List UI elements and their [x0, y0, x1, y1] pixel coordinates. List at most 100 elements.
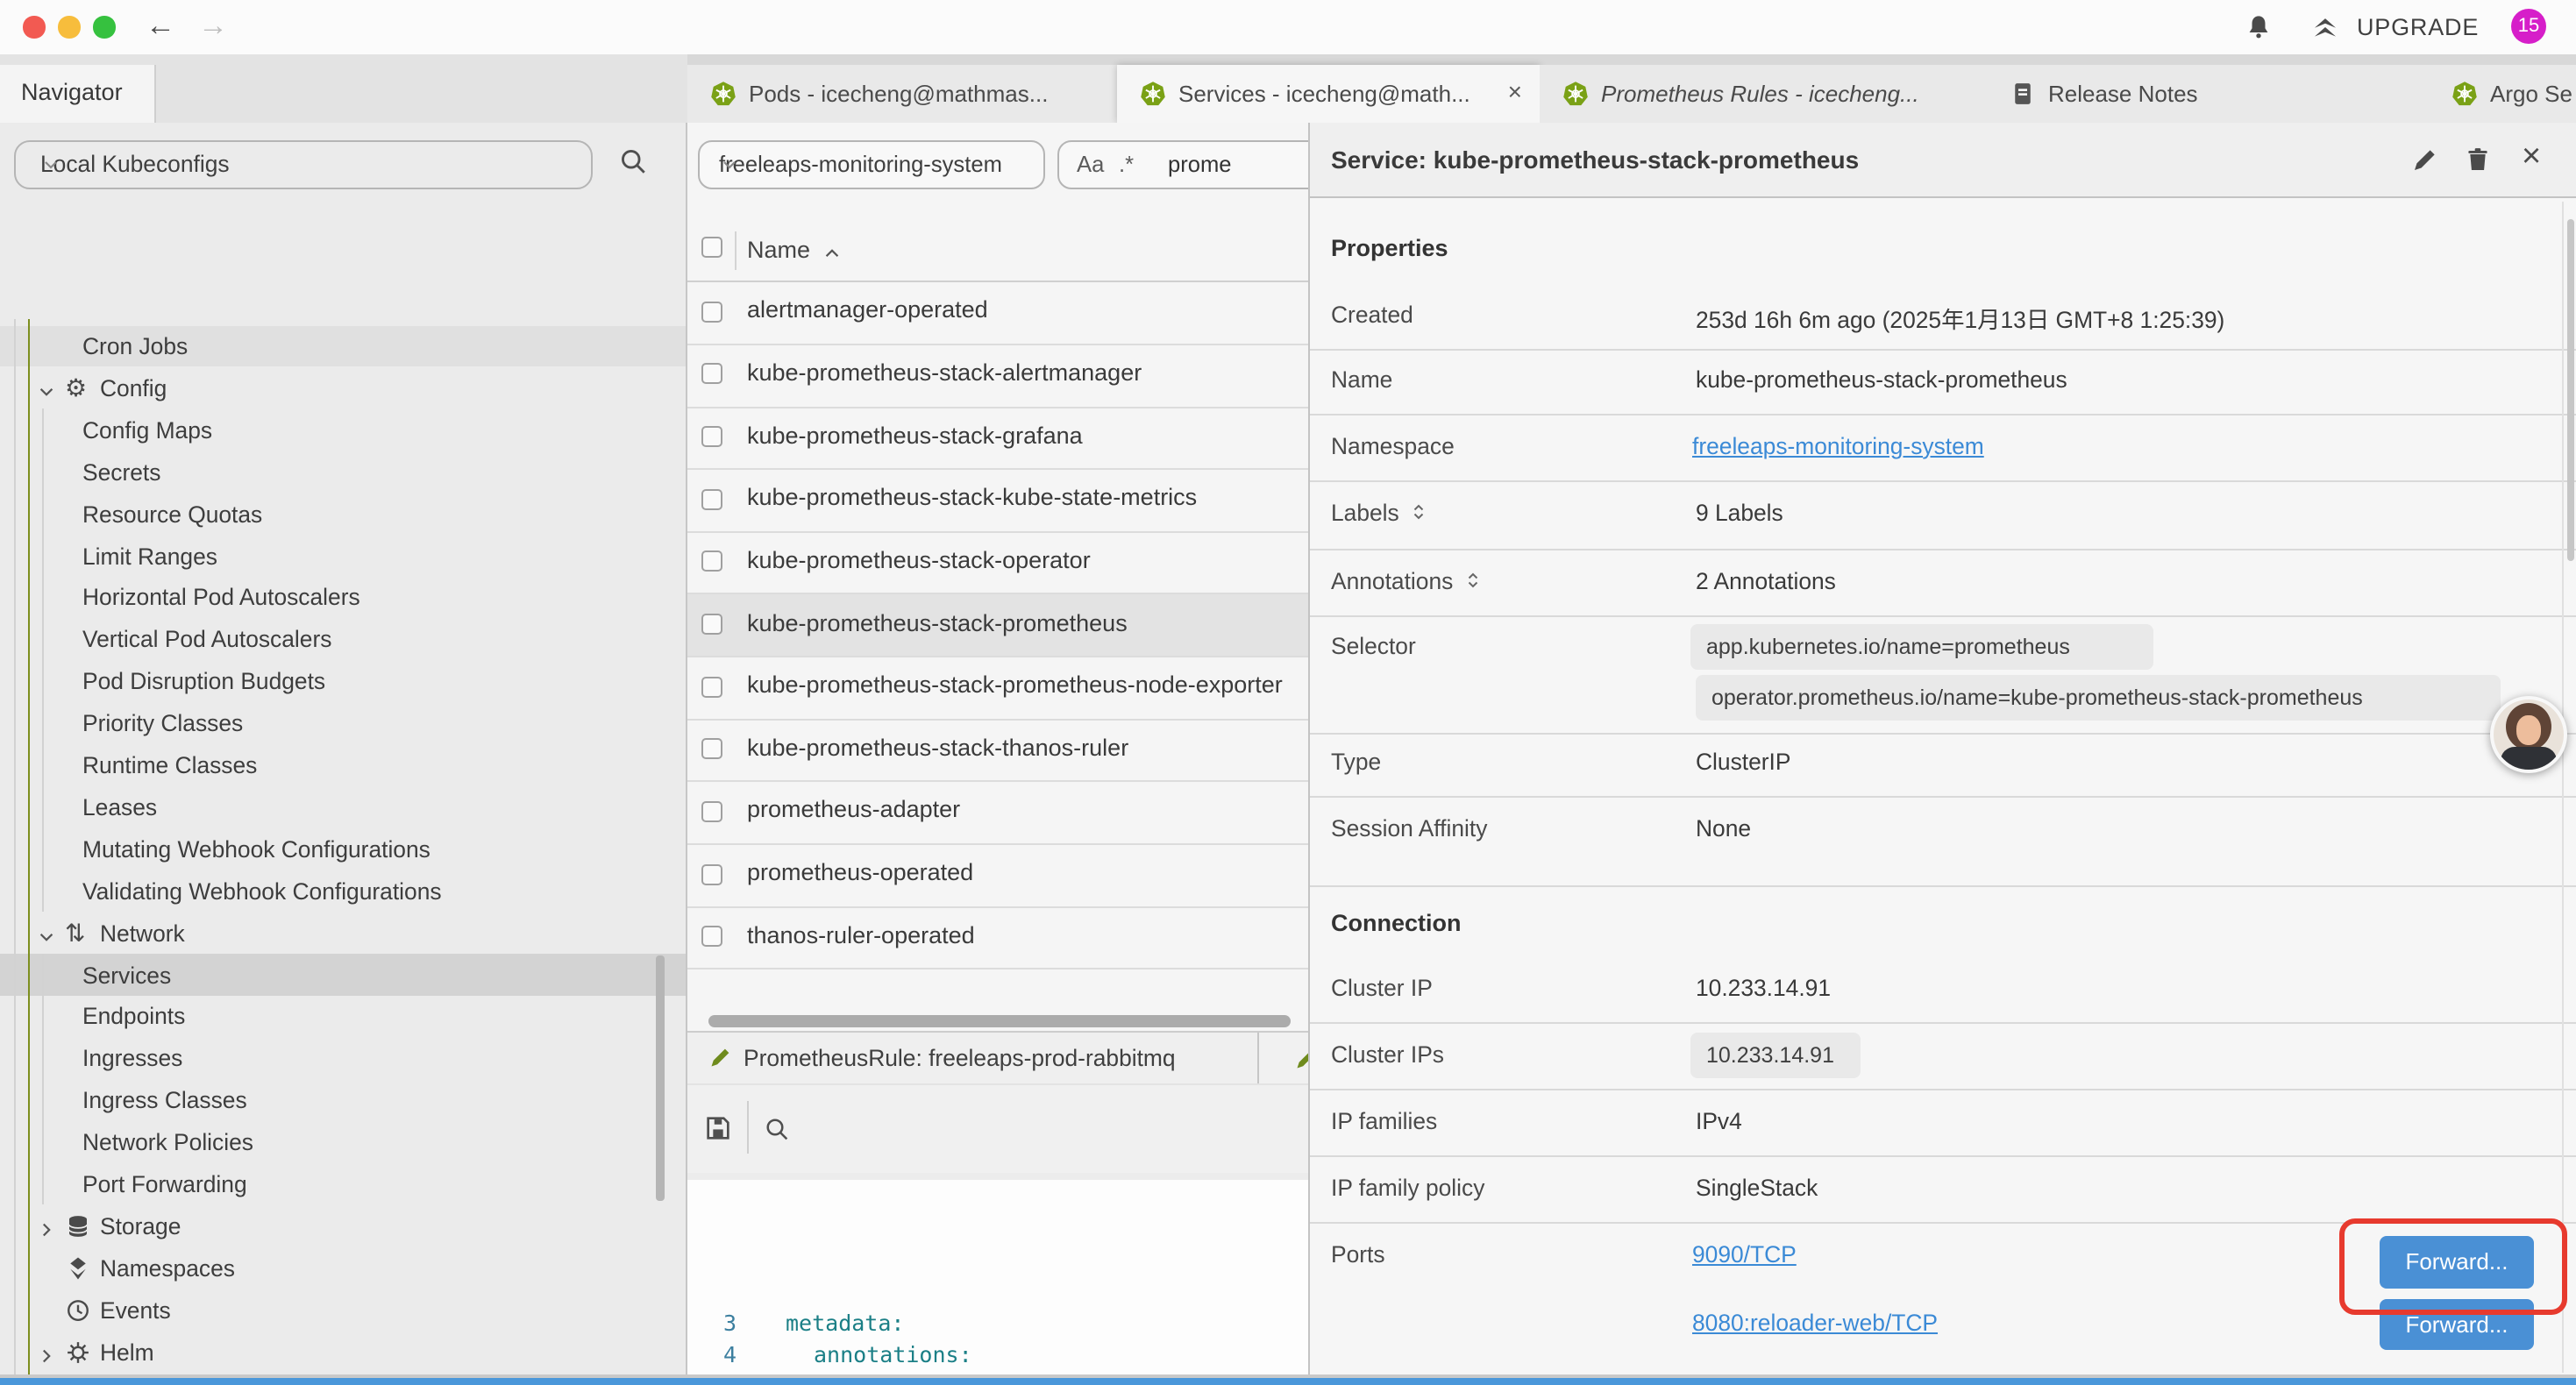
sidebar-scrollbar[interactable] — [656, 955, 664, 1201]
table-row-alertmanager-operated[interactable]: alertmanager-operated — [687, 281, 1308, 344]
sidebar-item-services[interactable]: Services — [0, 954, 686, 996]
regex-toggle[interactable]: .* — [1119, 150, 1134, 176]
sidebar-item-storage[interactable]: Storage — [0, 1205, 686, 1247]
tab-release-notes[interactable]: Release Notes — [1987, 65, 2430, 123]
sort-ascending-icon[interactable] — [822, 240, 842, 259]
table-row-kube-prometheus-stack-kube-state-metrics[interactable]: kube-prometheus-stack-kube-state-metrics — [687, 468, 1308, 532]
chevron-down-icon[interactable] — [37, 379, 56, 398]
sidebar-search-icon[interactable] — [617, 146, 649, 177]
property-label-text: Selector — [1331, 633, 1416, 659]
row-checkbox[interactable] — [701, 927, 722, 948]
row-checkbox[interactable] — [701, 863, 722, 884]
tab-argo-se[interactable]: Argo Se — [2429, 65, 2576, 123]
table-row-prometheus-operated[interactable]: prometheus-operated — [687, 843, 1308, 907]
tab-services-icecheng-math[interactable]: Services - icecheng@math...× — [1117, 65, 1540, 123]
select-all-checkbox[interactable] — [701, 237, 722, 258]
sort-updown-icon[interactable] — [1462, 569, 1483, 590]
row-checkbox[interactable] — [701, 614, 722, 635]
table-row-kube-prometheus-stack-prometheus[interactable]: kube-prometheus-stack-prometheus — [687, 593, 1308, 657]
sidebar-item-leases[interactable]: Leases — [0, 786, 686, 828]
minimize-button[interactable] — [58, 16, 80, 38]
zoom-button[interactable] — [93, 16, 115, 38]
detail-scrollbar[interactable] — [2566, 219, 2573, 561]
sidebar-item-endpoints[interactable]: Endpoints — [0, 996, 686, 1038]
table-row-thanos-ruler-operated[interactable]: thanos-ruler-operated — [687, 906, 1308, 970]
port-link-9090-tcp[interactable]: 9090/TCP — [1692, 1241, 1797, 1268]
tab-prometheus-rules-icecheng[interactable]: Prometheus Rules - icecheng... — [1540, 65, 1989, 123]
notifications-bell-icon[interactable] — [2245, 12, 2273, 42]
row-checkbox[interactable] — [701, 364, 722, 385]
sidebar-item-config[interactable]: ⚙Config — [0, 367, 686, 409]
editor-search-button[interactable] — [763, 1115, 791, 1143]
sidebar-item-namespaces[interactable]: Namespaces — [0, 1247, 686, 1289]
port-link-8080-reloader-web-tcp[interactable]: 8080:reloader-web/TCP — [1692, 1310, 1938, 1336]
sidebar-item-ingress-classes[interactable]: Ingress Classes — [0, 1079, 686, 1121]
tab-close-icon[interactable]: × — [1508, 77, 1522, 105]
close-button[interactable] — [23, 16, 45, 38]
sidebar-item-pod-disruption-budgets[interactable]: Pod Disruption Budgets — [0, 660, 686, 702]
case-sensitive-toggle[interactable]: Aa — [1077, 150, 1104, 176]
table-row-kube-prometheus-stack-operator[interactable]: kube-prometheus-stack-operator — [687, 531, 1308, 595]
row-checkbox[interactable] — [701, 426, 722, 447]
user-avatar[interactable] — [2490, 696, 2567, 773]
sort-updown-icon[interactable] — [1408, 502, 1429, 523]
table-row-kube-prometheus-stack-grafana[interactable]: kube-prometheus-stack-grafana — [687, 406, 1308, 470]
sidebar-item-events[interactable]: Events — [0, 1289, 686, 1331]
namespace-select[interactable]: freeleaps-monitoring-system — [698, 139, 1045, 188]
row-checkbox[interactable] — [701, 676, 722, 697]
sidebar-item-resource-quotas[interactable]: Resource Quotas — [0, 493, 686, 535]
sidebar-item-label: Storage — [100, 1213, 181, 1239]
upgrade-icon[interactable] — [2309, 12, 2341, 42]
sidebar-item-secrets[interactable]: Secrets — [0, 451, 686, 493]
editor-tab-secondary[interactable] — [1258, 1033, 1308, 1083]
table-row-prometheus-adapter[interactable]: prometheus-adapter — [687, 781, 1308, 845]
yaml-editor[interactable]: 3metadata:4annotations:5kubectl.kubernet… — [687, 1173, 1308, 1374]
navigator-tab[interactable]: Navigator — [0, 65, 156, 123]
sidebar-item-ingresses[interactable]: Ingresses — [0, 1038, 686, 1080]
sidebar-item-port-forwarding[interactable]: Port Forwarding — [0, 1163, 686, 1205]
delete-trash-button[interactable] — [2464, 146, 2492, 174]
edit-pencil-button[interactable] — [2411, 146, 2439, 174]
chevron-right-icon[interactable] — [37, 1342, 56, 1361]
sidebar-item-vertical-pod-autoscalers[interactable]: Vertical Pod Autoscalers — [0, 619, 686, 661]
sidebar-item-network-policies[interactable]: Network Policies — [0, 1121, 686, 1163]
row-checkbox[interactable] — [701, 301, 722, 322]
sidebar-item-label: Validating Webhook Configurations — [82, 877, 442, 904]
notification-badge[interactable]: 15 — [2511, 9, 2546, 44]
row-checkbox[interactable] — [701, 801, 722, 822]
sidebar-item-horizontal-pod-autoscalers[interactable]: Horizontal Pod Autoscalers — [0, 577, 686, 619]
column-name-header[interactable]: Name — [747, 237, 810, 263]
forward-button[interactable]: → — [198, 11, 228, 40]
property-value: 253d 16h 6m ago (2025年1月13日 GMT+8 1:25:3… — [1696, 302, 2224, 335]
sidebar-item-cron-jobs[interactable]: Cron Jobs — [0, 325, 686, 367]
row-checkbox[interactable] — [701, 551, 722, 572]
events-icon — [65, 1296, 91, 1323]
sidebar-item-validating-webhook-configurations[interactable]: Validating Webhook Configurations — [0, 870, 686, 912]
editor-tab[interactable]: PrometheusRule: freeleaps-prod-rabbitmq — [687, 1033, 1258, 1083]
back-button[interactable]: ← — [146, 11, 175, 40]
sidebar-item-runtime-classes[interactable]: Runtime Classes — [0, 744, 686, 786]
upgrade-button[interactable]: UPGRADE — [2357, 14, 2479, 40]
sidebar-item-helm[interactable]: Helm — [0, 1331, 686, 1373]
kubeconfig-select[interactable]: Local Kubeconfigs — [14, 139, 593, 188]
search-input[interactable]: Aa .* prome — [1057, 139, 1308, 188]
tab-pods-icecheng-mathmas[interactable]: Pods - icecheng@mathmas... — [687, 65, 1119, 123]
row-checkbox[interactable] — [701, 488, 722, 509]
chevron-down-icon[interactable] — [37, 923, 56, 942]
tab-label: Release Notes — [2048, 81, 2198, 107]
sidebar-item-limit-ranges[interactable]: Limit Ranges — [0, 535, 686, 577]
sidebar-item-priority-classes[interactable]: Priority Classes — [0, 702, 686, 744]
chevron-right-icon[interactable] — [37, 1217, 56, 1236]
row-checkbox[interactable] — [701, 739, 722, 760]
sidebar-item-mutating-webhook-configurations[interactable]: Mutating Webhook Configurations — [0, 828, 686, 870]
horizontal-scrollbar[interactable] — [708, 1015, 1291, 1027]
sidebar-item-config-maps[interactable]: Config Maps — [0, 409, 686, 451]
search-query[interactable]: prome — [1168, 150, 1232, 176]
namespace-link[interactable]: freeleaps-monitoring-system — [1692, 433, 1984, 459]
table-row-kube-prometheus-stack-prometheus-node-exporter[interactable]: kube-prometheus-stack-prometheus-node-ex… — [687, 656, 1308, 720]
sidebar-item-network[interactable]: ⇅Network — [0, 912, 686, 954]
close-icon[interactable]: × — [2522, 138, 2541, 177]
save-button[interactable] — [703, 1113, 733, 1143]
table-row-kube-prometheus-stack-alertmanager[interactable]: kube-prometheus-stack-alertmanager — [687, 344, 1308, 408]
table-row-kube-prometheus-stack-thanos-ruler[interactable]: kube-prometheus-stack-thanos-ruler — [687, 719, 1308, 783]
